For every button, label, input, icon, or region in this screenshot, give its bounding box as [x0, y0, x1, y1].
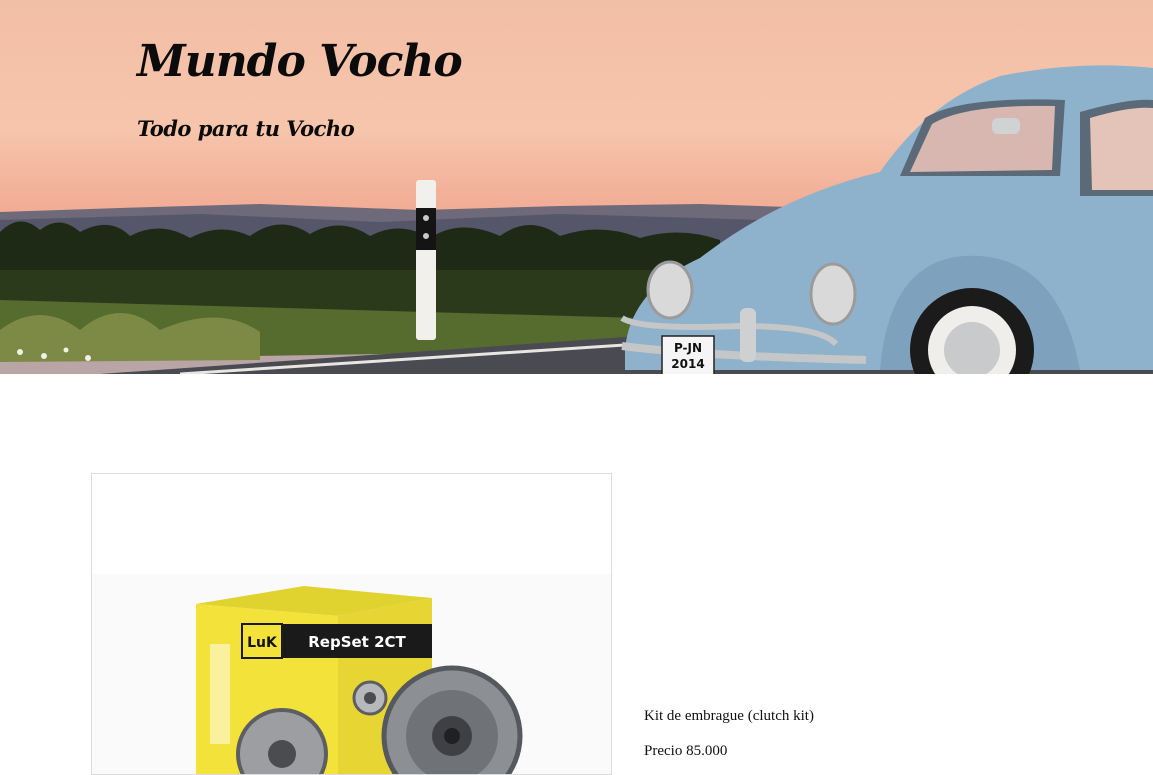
site-tagline: Todo para tu Vocho — [137, 116, 355, 141]
site-title[interactable]: Mundo Vocho — [137, 36, 463, 87]
box-brand: LuK — [247, 635, 278, 651]
license-plate-line2: 2014 — [671, 357, 704, 371]
license-plate-line1: P-JN — [674, 341, 702, 355]
box-label: RepSet 2CT — [308, 633, 406, 651]
product-image[interactable]: LuK RepSet 2CT — [91, 473, 612, 775]
hero-banner: P-JN 2014 Mundo Vocho Todo para tu Vocho — [0, 0, 1153, 374]
product-price: Precio 85.000 — [644, 743, 728, 759]
clutch-kit-image: LuK RepSet 2CT — [92, 574, 611, 774]
product-name: Kit de embrague (clutch kit) — [644, 708, 814, 724]
